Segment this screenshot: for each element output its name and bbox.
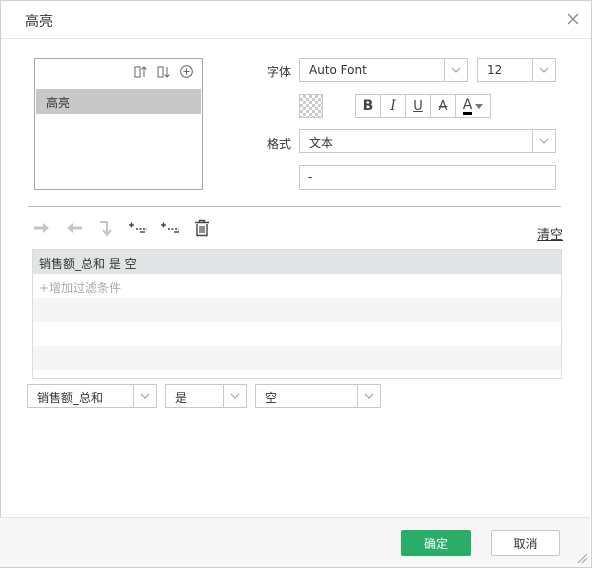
close-icon[interactable] (563, 9, 583, 29)
trash-icon[interactable] (192, 218, 212, 238)
condition-operator-value: 是 (175, 391, 188, 405)
chevron-down-icon[interactable] (532, 130, 555, 152)
font-size-select[interactable]: 12 (477, 58, 556, 82)
italic-button[interactable]: I (381, 95, 406, 117)
sort-descending-icon[interactable] (156, 64, 171, 79)
filter-row-selected[interactable]: 销售额_总和 是 空 (33, 250, 561, 274)
chevron-down-icon[interactable] (532, 59, 555, 81)
condition-operator-select[interactable]: 是 (165, 384, 247, 408)
add-filter-row[interactable]: +增加过滤条件 (33, 274, 561, 298)
insert-condition-icon[interactable] (128, 218, 148, 238)
table-row (33, 322, 561, 346)
font-size-value: 12 (487, 63, 503, 77)
resize-grip-icon[interactable] (574, 550, 588, 564)
remove-condition-icon[interactable] (160, 218, 180, 238)
format-pattern-input[interactable] (308, 170, 538, 184)
filter-row-text: 销售额_总和 是 空 (39, 257, 137, 271)
chevron-down-icon[interactable] (444, 59, 467, 81)
background-color-swatch[interactable] (299, 94, 323, 118)
clear-link[interactable]: 清空 (537, 224, 563, 243)
font-color-letter: A (462, 96, 473, 115)
table-row (33, 346, 561, 370)
format-type-select[interactable]: 文本 (299, 129, 556, 153)
condition-value-select[interactable]: 空 (255, 384, 381, 408)
condition-field-value: 销售额_总和 (37, 391, 104, 405)
format-label: 格式 (267, 137, 292, 151)
arrow-right-icon[interactable] (32, 218, 52, 238)
arrow-left-icon[interactable] (64, 218, 84, 238)
caret-down-icon (475, 103, 484, 109)
bold-button[interactable]: B (356, 95, 381, 117)
filter-table: 销售额_总和 是 空 +增加过滤条件 (32, 249, 562, 379)
dialog-titlebar: 高亮 (1, 1, 591, 39)
section-divider (28, 206, 561, 207)
filter-toolbar (32, 218, 212, 238)
strikethrough-button[interactable]: A (431, 95, 456, 117)
chevron-down-icon[interactable] (357, 385, 380, 407)
list-item-label: 高亮 (46, 96, 71, 110)
format-type-value: 文本 (309, 136, 334, 150)
font-style-group: B I U A A (355, 94, 491, 118)
chevron-down-icon[interactable] (223, 385, 246, 407)
add-circle-icon[interactable] (179, 64, 194, 79)
condition-value-value: 空 (265, 391, 278, 405)
highlight-list: 高亮 (34, 58, 203, 190)
ok-button[interactable]: 确定 (401, 530, 471, 556)
cancel-button[interactable]: 取消 (491, 530, 560, 556)
font-color-button[interactable]: A (456, 95, 490, 117)
font-family-select[interactable]: Auto Font (299, 58, 468, 82)
font-family-value: Auto Font (309, 63, 367, 77)
font-label: 字体 (267, 65, 292, 79)
table-row (33, 298, 561, 322)
sort-ascending-icon[interactable] (133, 64, 148, 79)
chevron-down-icon[interactable] (133, 385, 156, 407)
add-filter-label: +增加过滤条件 (39, 281, 122, 295)
condition-field-select[interactable]: 销售额_总和 (27, 384, 157, 408)
list-item-selected[interactable]: 高亮 (36, 89, 201, 114)
branch-icon[interactable] (96, 218, 116, 238)
underline-button[interactable]: U (406, 95, 431, 117)
format-pattern-input-wrapper (299, 165, 556, 190)
dialog-title: 高亮 (25, 14, 53, 30)
list-tools (133, 64, 194, 79)
